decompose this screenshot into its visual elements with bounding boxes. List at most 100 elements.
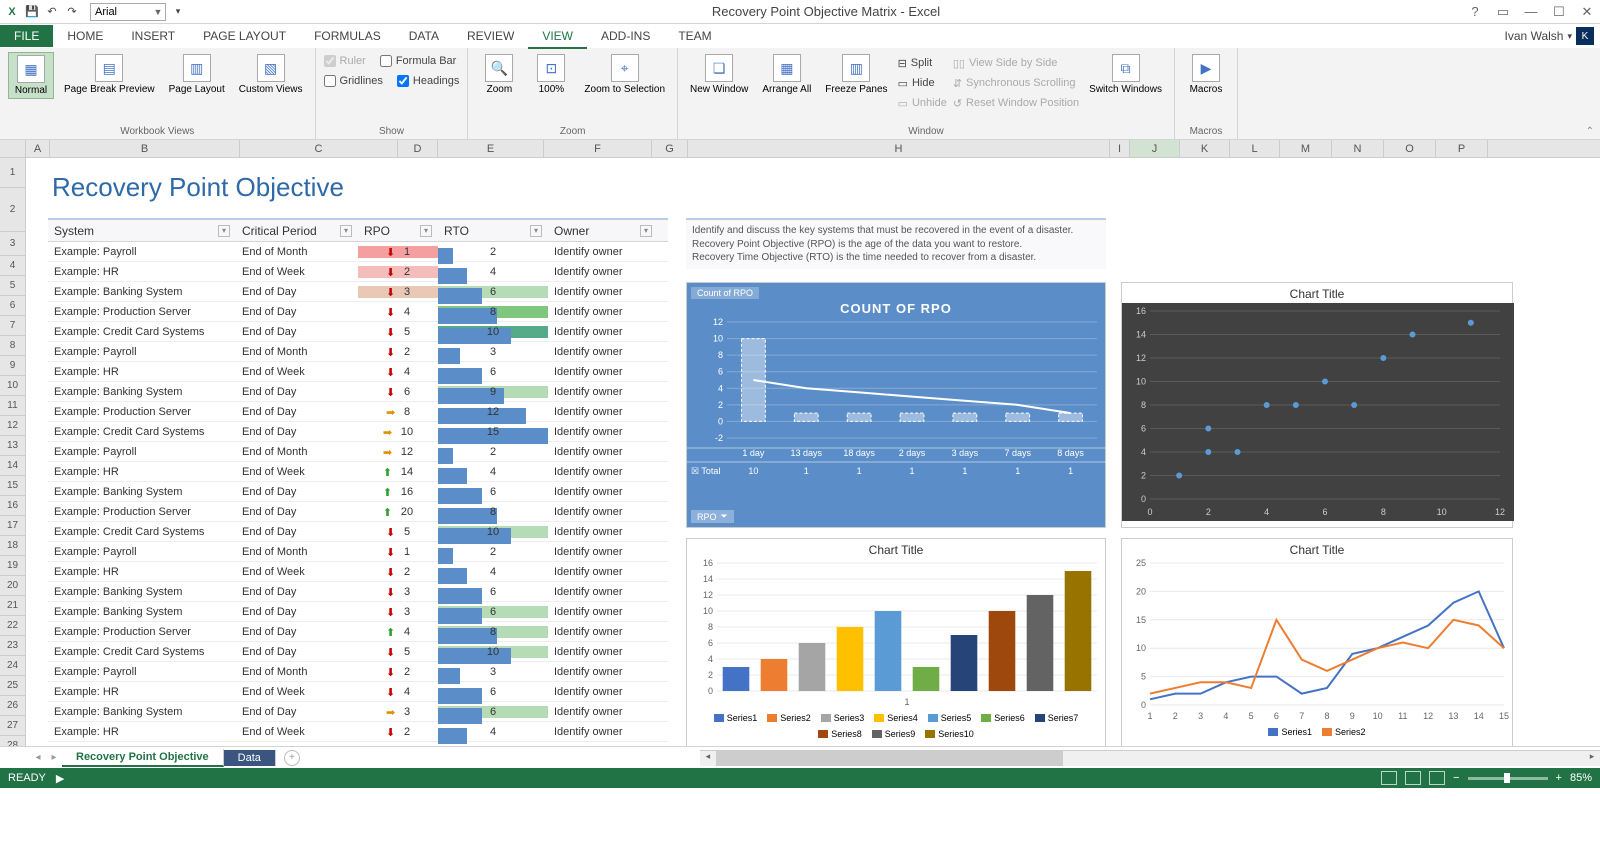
row-header[interactable]: 21 (0, 596, 25, 616)
table-row[interactable]: Example: Credit Card SystemsEnd of Day⬇5… (48, 642, 668, 662)
filter-icon[interactable]: ▾ (530, 225, 542, 237)
col-rto[interactable]: RTO▾ (438, 224, 548, 238)
row-header[interactable]: 13 (0, 436, 25, 456)
file-tab[interactable]: FILE (0, 25, 53, 47)
ribbon-tab-review[interactable]: REVIEW (453, 25, 528, 47)
table-row[interactable]: Example: Credit Card SystemsEnd of Day⬇5… (48, 522, 668, 542)
ribbon-tab-formulas[interactable]: FORMULAS (300, 25, 395, 47)
row-header[interactable]: 17 (0, 516, 25, 536)
table-row[interactable]: Example: HREnd of Week⬇24Identify owner (48, 262, 668, 282)
row-header[interactable]: 5 (0, 276, 25, 296)
row-header[interactable]: 7 (0, 316, 25, 336)
close-icon[interactable]: ✕ (1578, 4, 1596, 20)
row-header[interactable]: 11 (0, 396, 25, 416)
column-header[interactable]: N (1332, 140, 1384, 157)
new-sheet-icon[interactable]: + (284, 750, 300, 766)
column-header[interactable]: E (438, 140, 544, 157)
table-row[interactable]: Example: Credit Card SystemsEnd of Day➡1… (48, 422, 668, 442)
row-header[interactable]: 3 (0, 232, 25, 256)
headings-checkbox[interactable]: Headings (397, 72, 459, 90)
chart-filter[interactable]: RPO⏷ (691, 510, 734, 523)
column-header[interactable]: D (398, 140, 438, 157)
table-row[interactable]: Example: Banking SystemEnd of Day➡36Iden… (48, 702, 668, 722)
ribbon-tab-page-layout[interactable]: PAGE LAYOUT (189, 25, 300, 47)
row-header[interactable]: 6 (0, 296, 25, 316)
row-header[interactable]: 20 (0, 576, 25, 596)
user-account[interactable]: Ivan Walsh ▾ K (1499, 27, 1600, 45)
table-row[interactable]: Example: HREnd of Week⬇46Identify owner (48, 682, 668, 702)
font-dropdown-icon[interactable]: ▼ (151, 7, 165, 17)
column-header[interactable]: A (26, 140, 50, 157)
row-header[interactable]: 22 (0, 616, 25, 636)
maximize-icon[interactable]: ☐ (1550, 4, 1568, 20)
col-owner[interactable]: Owner▾ (548, 224, 658, 238)
hide-button[interactable]: ▭ Hide (898, 74, 947, 92)
tab-left-icon[interactable]: ◂ (30, 752, 46, 763)
column-header[interactable]: H (688, 140, 1110, 157)
zoom-level[interactable]: 85% (1570, 772, 1592, 784)
freeze-panes-button[interactable]: ▥Freeze Panes (821, 52, 891, 97)
row-header[interactable]: 18 (0, 536, 25, 556)
row-header[interactable]: 4 (0, 256, 25, 276)
row-header[interactable]: 12 (0, 416, 25, 436)
row-header[interactable]: 14 (0, 456, 25, 476)
view-pagebreak-icon[interactable] (1429, 771, 1445, 785)
gridlines-checkbox[interactable]: Gridlines (324, 72, 383, 90)
col-system[interactable]: System▾ (48, 224, 236, 238)
page-break-button[interactable]: ▤Page Break Preview (60, 52, 159, 97)
arrange-all-button[interactable]: ▦Arrange All (758, 52, 815, 97)
custom-views-button[interactable]: ▧Custom Views (235, 52, 307, 97)
table-row[interactable]: Example: Production ServerEnd of Day⬆208… (48, 502, 668, 522)
column-header[interactable]: M (1280, 140, 1332, 157)
table-row[interactable]: Example: PayrollEnd of Month➡122Identify… (48, 442, 668, 462)
worksheet[interactable]: Recovery Point Objective System▾ Critica… (26, 158, 1600, 746)
column-header[interactable]: J (1130, 140, 1180, 157)
ribbon-tab-insert[interactable]: INSERT (117, 25, 189, 47)
row-header[interactable]: 8 (0, 336, 25, 356)
zoom-button[interactable]: 🔍Zoom (476, 52, 522, 97)
chart-line[interactable]: Chart Title 0510152025123456789101112131… (1121, 538, 1513, 746)
zoom-100-button[interactable]: ⊡100% (528, 52, 574, 97)
column-header[interactable]: O (1384, 140, 1436, 157)
ribbon-tab-view[interactable]: VIEW (528, 25, 587, 49)
table-row[interactable]: Example: HREnd of Week⬇24Identify owner (48, 722, 668, 742)
row-header[interactable]: 24 (0, 656, 25, 676)
undo-icon[interactable]: ↶ (44, 4, 60, 20)
table-row[interactable]: Example: Banking SystemEnd of Day⬆166Ide… (48, 482, 668, 502)
row-header[interactable]: 9 (0, 356, 25, 376)
filter-icon[interactable]: ▾ (340, 225, 352, 237)
font-selector[interactable]: ▼ (90, 3, 166, 21)
ribbon-tab-home[interactable]: HOME (53, 25, 117, 47)
zoom-out-icon[interactable]: − (1453, 772, 1459, 784)
col-critical[interactable]: Critical Period▾ (236, 224, 358, 238)
select-all-corner[interactable] (0, 140, 26, 157)
table-row[interactable]: Example: Banking SystemEnd of Day⬇36Iden… (48, 602, 668, 622)
table-row[interactable]: Example: PayrollEnd of Month⬇23Identify … (48, 342, 668, 362)
table-row[interactable]: Example: Production ServerEnd of Day⬇48I… (48, 302, 668, 322)
table-row[interactable]: Example: Production ServerEnd of Day➡812… (48, 402, 668, 422)
table-row[interactable]: Example: HREnd of Week⬆144Identify owner (48, 462, 668, 482)
normal-view-button[interactable]: ▦Normal (8, 52, 54, 99)
table-row[interactable]: Example: PayrollEnd of Month⬇12Identify … (48, 542, 668, 562)
split-button[interactable]: ⊟ Split (898, 54, 947, 72)
new-window-button[interactable]: ❏New Window (686, 52, 752, 97)
table-row[interactable]: Example: Banking SystemEnd of Day⬇36Iden… (48, 582, 668, 602)
table-row[interactable]: Example: PayrollEnd of Month⬇23Identify … (48, 662, 668, 682)
row-header[interactable]: 2 (0, 188, 25, 232)
column-header[interactable]: C (240, 140, 398, 157)
ribbon-options-icon[interactable]: ▭ (1494, 4, 1512, 20)
zoom-in-icon[interactable]: + (1556, 772, 1562, 784)
horizontal-scrollbar[interactable]: ◂▸ (700, 750, 1600, 766)
chart-scatter[interactable]: Chart Title 0246810121416024681012 (1121, 282, 1513, 528)
chart-count-rpo[interactable]: Count of RPO COUNT OF RPO -20246810121 d… (686, 282, 1106, 528)
table-row[interactable]: Example: HREnd of Week⬇46Identify owner (48, 362, 668, 382)
column-header[interactable]: K (1180, 140, 1230, 157)
table-row[interactable]: Example: HREnd of Week⬇24Identify owner (48, 562, 668, 582)
ribbon-tab-data[interactable]: DATA (395, 25, 453, 47)
row-header[interactable]: 25 (0, 676, 25, 696)
column-header[interactable]: L (1230, 140, 1280, 157)
page-layout-button[interactable]: ▥Page Layout (165, 52, 229, 97)
ribbon-tab-team[interactable]: TEAM (664, 25, 725, 47)
row-header[interactable]: 16 (0, 496, 25, 516)
minimize-icon[interactable]: — (1522, 4, 1540, 19)
